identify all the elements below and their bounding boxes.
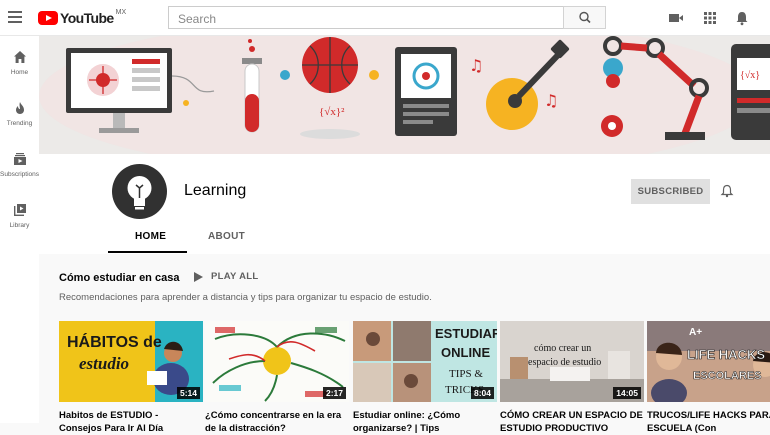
home-icon (13, 51, 26, 63)
apps-icon[interactable] (702, 10, 718, 26)
channel-header: Learning SUBSCRIBED HOME ABOUT (39, 154, 770, 254)
video-thumbnail[interactable]: 2:17 (205, 321, 349, 402)
play-icon (194, 271, 203, 282)
svg-text:ESTUDIAR: ESTUDIAR (435, 326, 497, 341)
video-title[interactable]: CÓMO CREAR UN ESPACIO DE ESTUDIO PRODUCT… (500, 409, 644, 435)
menu-icon[interactable] (8, 11, 22, 23)
channel-name: Learning (184, 182, 247, 199)
svg-text:{√x}: {√x} (740, 70, 760, 81)
subscribe-button[interactable]: SUBSCRIBED (631, 179, 710, 204)
sidebar-item-label: Library (9, 222, 30, 229)
svg-text:estudio: estudio (79, 354, 129, 373)
library-icon (13, 204, 26, 216)
video-thumbnail[interactable]: ESTUDIAR ONLINE TIPS & TRICKS 8:04 (353, 321, 497, 402)
flame-icon (15, 102, 24, 114)
video-duration: 8:04 (470, 387, 494, 399)
video-duration: 14:05 (613, 387, 641, 399)
banner-illustration: {√x}² ♫ ♫ {√x} (39, 36, 770, 154)
sidebar-item-subscriptions[interactable]: Subscriptions (0, 152, 39, 178)
playlist-shelf: Cómo estudiar en casa PLAY ALL Recomenda… (39, 254, 770, 434)
sidebar-item-label: Trending (6, 120, 33, 127)
tab-home[interactable]: HOME (135, 231, 166, 242)
tab-about[interactable]: ABOUT (208, 231, 245, 242)
search-icon (579, 11, 591, 24)
svg-text:♫: ♫ (544, 91, 558, 110)
svg-text:TIPS &: TIPS & (449, 368, 483, 380)
play-all-label: PLAY ALL (211, 271, 259, 282)
sidebar-item-trending[interactable]: Trending (0, 101, 39, 127)
sidebar-item-label: Subscriptions (0, 171, 40, 178)
video-title[interactable]: TRUCOS/LIFE HACKS PARA LA ESCUELA (Con (647, 409, 770, 435)
top-bar: YouTube MX Search (0, 0, 770, 36)
logo-country: MX (115, 8, 127, 16)
video-title[interactable]: ¿Cómo concentrarse en la era de la distr… (205, 409, 349, 435)
svg-text:ESCOLARES: ESCOLARES (693, 370, 761, 382)
shelf-description: Recomendaciones para aprender a distanci… (59, 292, 432, 303)
shelf-title[interactable]: Cómo estudiar en casa (59, 272, 179, 284)
svg-text:espacio de estudio: espacio de estudio (528, 357, 601, 368)
notifications-icon[interactable] (734, 10, 750, 26)
video-card[interactable]: ESTUDIAR ONLINE TIPS & TRICKS 8:04 Estud… (353, 321, 497, 435)
notification-bell-icon[interactable] (720, 184, 734, 198)
video-card[interactable]: LIFE HACKS ESCOLARES A+ TRUCOS/LIFE HACK… (647, 321, 770, 435)
video-thumbnail[interactable]: HÁBITOS de estudio 5:14 (59, 321, 203, 402)
sidebar-item-home[interactable]: Home (0, 50, 39, 76)
sidebar-item-label: Home (10, 69, 29, 76)
video-card[interactable]: 2:17 ¿Cómo concentrarse en la era de la … (205, 321, 349, 435)
subscriptions-icon (13, 153, 26, 165)
svg-text:cómo crear un: cómo crear un (534, 343, 591, 354)
youtube-logo[interactable]: YouTube MX (38, 9, 126, 27)
video-thumbnail[interactable]: LIFE HACKS ESCOLARES A+ (647, 321, 770, 402)
search-input[interactable]: Search (168, 6, 564, 29)
video-duration: 2:17 (322, 387, 346, 399)
create-video-icon[interactable] (668, 10, 684, 26)
video-card[interactable]: cómo crear un espacio de estudio 14:05 C… (500, 321, 644, 435)
svg-text:A+: A+ (689, 327, 702, 338)
svg-text:♫: ♫ (469, 56, 483, 75)
search-button[interactable] (563, 6, 606, 29)
video-title[interactable]: Estudiar online: ¿Cómo organizarse? | Ti… (353, 409, 497, 435)
svg-text:HÁBITOS de: HÁBITOS de (67, 332, 162, 351)
active-tab-indicator (108, 251, 187, 253)
lightbulb-icon (127, 176, 152, 210)
video-thumbnail[interactable]: cómo crear un espacio de estudio 14:05 (500, 321, 644, 402)
thumbnail-art: LIFE HACKS ESCOLARES A+ (647, 321, 770, 402)
video-duration: 5:14 (176, 387, 200, 399)
sidebar-item-library[interactable]: Library (0, 203, 39, 229)
youtube-play-icon (38, 11, 58, 25)
sidebar: Home Trending Subscriptions Library (0, 36, 39, 423)
svg-text:LIFE HACKS: LIFE HACKS (687, 347, 765, 362)
channel-banner: {√x}² ♫ ♫ {√x} (39, 36, 770, 154)
video-title[interactable]: Habitos de ESTUDIO - Consejos Para Ir Al… (59, 409, 203, 435)
channel-avatar[interactable] (112, 164, 167, 219)
svg-text:ONLINE: ONLINE (441, 345, 490, 360)
logo-text: YouTube (60, 10, 114, 26)
svg-text:{√x}²: {√x}² (319, 106, 345, 118)
video-card[interactable]: HÁBITOS de estudio 5:14 Habitos de ESTUD… (59, 321, 203, 435)
play-all-button[interactable]: PLAY ALL (194, 271, 258, 282)
